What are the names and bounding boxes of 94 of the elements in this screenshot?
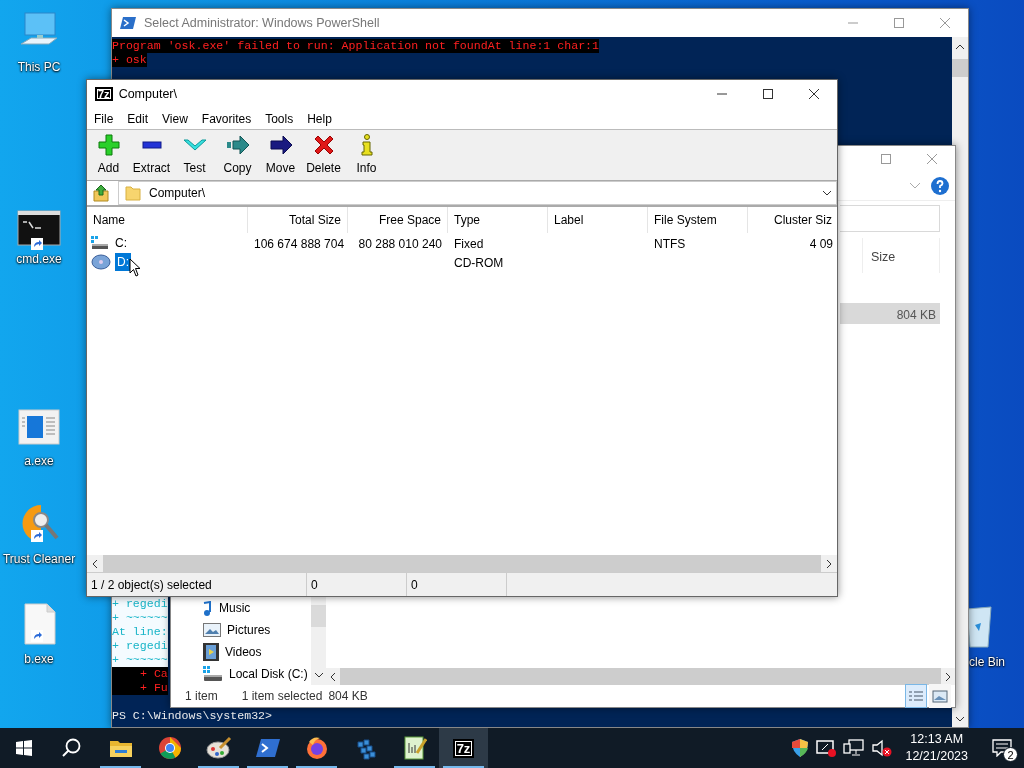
column-header[interactable]: Type (454, 213, 480, 227)
desktop-icon-label[interactable]: cle Bin (969, 653, 1006, 671)
status-text: 804 KB (328, 688, 368, 705)
nav-item[interactable]: Local Disk (C:) (171, 663, 311, 685)
music-note-icon (203, 600, 213, 616)
search-button[interactable] (62, 738, 82, 758)
monitor-icon[interactable] (815, 738, 838, 758)
scrollbar-thumb[interactable] (952, 59, 968, 77)
column-header[interactable]: Cluster Siz (774, 213, 832, 227)
file-row[interactable]: 804 KB (840, 303, 940, 324)
help-icon[interactable] (931, 176, 949, 195)
search-field[interactable] (840, 205, 940, 232)
terminal-icon (255, 738, 280, 758)
table-cell: 106 674 888 704 (254, 237, 345, 251)
column-header[interactable]: Total Size (288, 213, 341, 227)
start-button[interactable] (16, 740, 32, 756)
status-text: 0 (411, 578, 418, 592)
address-field[interactable]: Computer\ (149, 184, 206, 202)
drive-icon (91, 235, 109, 250)
browser-icon (157, 736, 182, 760)
menu-item[interactable]: Favorites (194, 106, 259, 131)
scrollbar-thumb[interactable] (311, 605, 326, 627)
menu-item[interactable]: Help (300, 106, 339, 131)
notification-icon[interactable] (992, 739, 1012, 757)
window-title: Computer\ (118, 85, 177, 103)
picture-icon (203, 623, 221, 637)
network-icon[interactable] (843, 738, 866, 758)
nav-item[interactable]: Music (171, 597, 311, 619)
table-cell: Fixed (454, 237, 484, 251)
taskbar-app-button[interactable]: 7z (439, 728, 488, 768)
folder-up-icon[interactable] (93, 184, 111, 202)
toolbar-button[interactable]: Add (87, 130, 130, 180)
close-button[interactable] (808, 88, 820, 100)
status-text: 1 item selected (241, 688, 323, 705)
arrow-right-icon (268, 134, 293, 156)
image-icon (932, 689, 948, 704)
folder-icon (125, 185, 141, 201)
menu-item[interactable]: File (87, 106, 121, 131)
palette-icon (205, 736, 232, 760)
info-icon (359, 134, 374, 156)
column-header[interactable]: Size (862, 238, 940, 273)
toolbar-button[interactable]: Extract (130, 130, 173, 180)
table-cell: NTFS (654, 237, 686, 251)
table-cell: 4 09 (809, 237, 833, 251)
toolbar-button[interactable]: Info (345, 130, 388, 180)
table-cell: 80 288 010 240 (358, 237, 442, 251)
window-icon[interactable] (17, 408, 61, 448)
menu-item[interactable]: Edit (120, 106, 156, 131)
column-header[interactable]: Name (93, 213, 125, 227)
drive-icon (203, 666, 223, 682)
list-lines-icon (908, 689, 924, 704)
file-name[interactable]: D: (115, 252, 131, 271)
folder-icon (108, 738, 133, 758)
shield-icon[interactable] (791, 738, 810, 758)
cursor-icon (129, 258, 141, 277)
arrow-right-icon (225, 134, 250, 156)
app-logo: 7z (95, 87, 113, 101)
menu-item[interactable]: View (155, 106, 195, 131)
table-cell: CD-ROM (454, 256, 504, 270)
horizontal-scrollbar[interactable] (87, 555, 837, 572)
maximize-button[interactable] (762, 88, 774, 100)
shortcut-arrow-icon (31, 530, 43, 542)
disc-icon (91, 253, 111, 270)
nav-item[interactable]: Videos (171, 641, 311, 663)
shortcut-arrow-icon (31, 630, 43, 642)
notepad-icon (402, 735, 427, 761)
cubes-icon (354, 736, 377, 760)
toolbar-button[interactable]: Test (173, 130, 216, 180)
recycle-bin-icon[interactable] (969, 603, 995, 649)
shortcut-arrow-icon (31, 238, 43, 250)
notification-count: 2 (1003, 747, 1018, 762)
file-name[interactable]: C: (113, 233, 129, 252)
horizontal-scrollbar[interactable] (326, 668, 955, 685)
menu-item[interactable]: Tools (258, 106, 301, 131)
powershell-icon (120, 16, 136, 30)
app-logo: 7z (452, 738, 475, 758)
clock[interactable]: 12:13 AM 12/21/2023 (899, 731, 974, 765)
film-icon (203, 643, 219, 661)
column-header[interactable]: Free Space (378, 213, 441, 227)
toolbar-button[interactable]: Move (259, 130, 302, 180)
browser-icon (304, 736, 329, 760)
toolbar-button[interactable]: Copy (216, 130, 259, 180)
status-text: 0 (311, 578, 318, 592)
cross-icon (312, 134, 335, 156)
toolbar-button[interactable]: Delete (302, 130, 345, 180)
plus-icon (97, 134, 120, 156)
column-header[interactable]: File System (654, 213, 717, 227)
console-prompt: PS C:\Windows\system32> (112, 709, 273, 723)
column-header[interactable]: Label (554, 213, 584, 227)
window-title: Select Administrator: Windows PowerShell (144, 14, 380, 32)
status-text: 1 item (185, 688, 218, 705)
nav-item[interactable]: Pictures (171, 619, 311, 641)
volume-muted-icon[interactable] (871, 738, 894, 758)
status-text: 1 / 2 object(s) selected (91, 578, 212, 592)
